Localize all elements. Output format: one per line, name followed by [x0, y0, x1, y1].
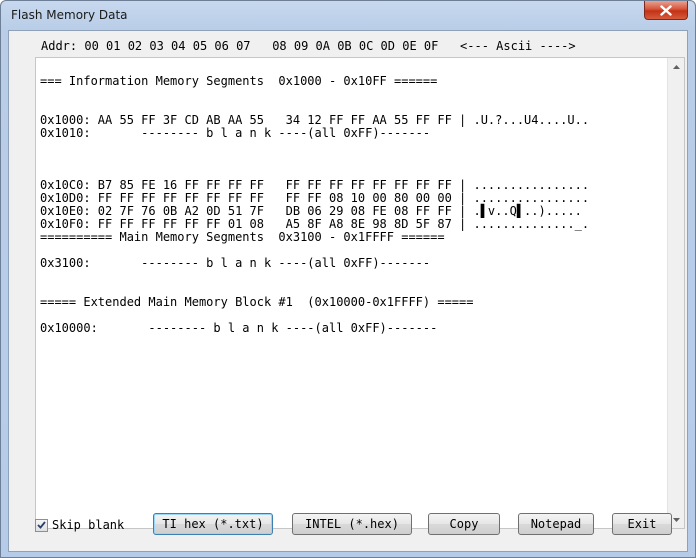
title-bar[interactable]: Flash Memory Data — [1, 1, 695, 29]
window-title: Flash Memory Data — [11, 8, 128, 22]
memory-line — [40, 140, 666, 153]
copy-button[interactable]: Copy — [428, 513, 500, 535]
memory-line: ===== Extended Main Memory Block #1 (0x1… — [40, 295, 474, 309]
memory-line: 0x1010: -------- b l a n k ----(all 0xFF… — [40, 126, 431, 140]
client-area: Addr: 00 01 02 03 04 05 06 07 08 09 0A 0… — [8, 30, 688, 552]
memory-line — [40, 153, 666, 166]
close-button[interactable] — [644, 1, 688, 20]
bottom-toolbar: Skip blank TI hex (*.txt) INTEL (*.hex) … — [9, 509, 689, 553]
close-icon — [660, 4, 672, 16]
memory-line — [40, 88, 666, 101]
memory-line: === Information Memory Segments 0x1000 -… — [40, 74, 438, 88]
memory-line: ========== Main Memory Segments 0x3100 -… — [40, 230, 445, 244]
skip-blank-checkbox[interactable] — [35, 518, 48, 532]
checkmark-icon — [37, 521, 46, 529]
scroll-up-arrow-icon[interactable] — [668, 58, 684, 75]
skip-blank-option[interactable]: Skip blank — [35, 517, 124, 533]
address-header: Addr: 00 01 02 03 04 05 06 07 08 09 0A 0… — [41, 39, 576, 53]
memory-dump-content: === Information Memory Segments 0x1000 -… — [40, 62, 666, 524]
flash-memory-window: Flash Memory Data Addr: 00 01 02 03 04 0… — [0, 0, 696, 558]
memory-line — [40, 270, 666, 283]
ti-hex-button[interactable]: TI hex (*.txt) — [153, 513, 273, 535]
intel-hex-button[interactable]: INTEL (*.hex) — [292, 513, 412, 535]
skip-blank-label: Skip blank — [52, 518, 125, 532]
notepad-button[interactable]: Notepad — [518, 513, 594, 535]
memory-dump-textarea[interactable]: === Information Memory Segments 0x1000 -… — [35, 57, 685, 529]
memory-line: 0x3100: -------- b l a n k ----(all 0xFF… — [40, 256, 431, 270]
exit-button[interactable]: Exit — [612, 513, 672, 535]
memory-line: 0x10000: -------- b l a n k ----(all 0xF… — [40, 321, 438, 335]
vertical-scrollbar[interactable] — [667, 58, 684, 528]
